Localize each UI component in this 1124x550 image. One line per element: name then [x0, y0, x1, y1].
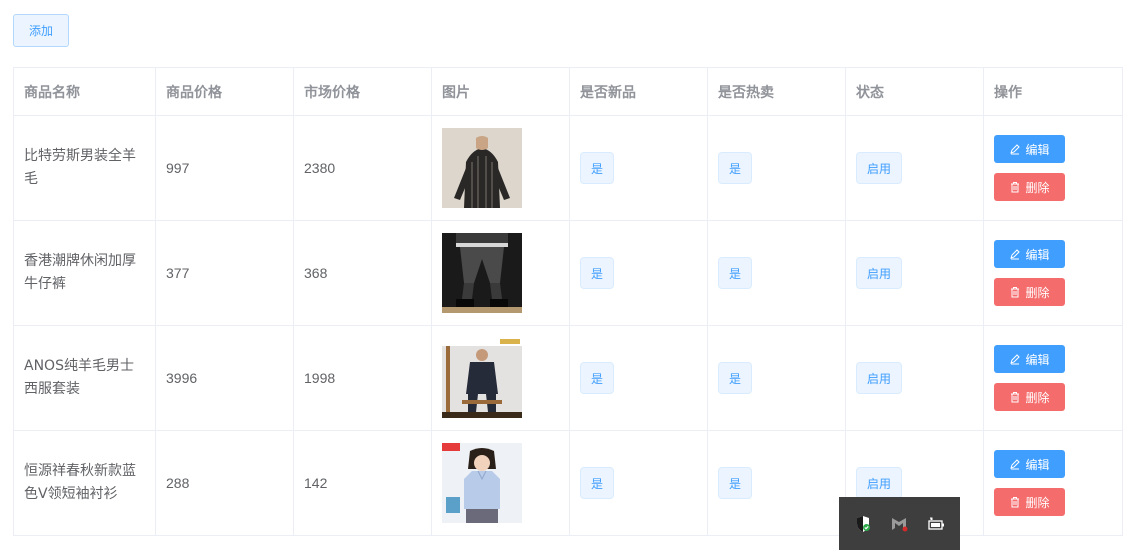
- market-price: 142: [293, 430, 432, 536]
- battery-icon[interactable]: [926, 514, 946, 534]
- header-market-price: 市场价格: [293, 67, 432, 116]
- delete-button[interactable]: 删除: [994, 173, 1065, 201]
- edit-label: 编辑: [1025, 352, 1050, 367]
- status-tag: 启用: [856, 257, 902, 289]
- trash-icon: [1011, 497, 1020, 508]
- product-image: [442, 128, 522, 208]
- edit-icon: [1010, 354, 1021, 365]
- shield-check-icon[interactable]: [853, 514, 873, 534]
- is-hot-tag: 是: [718, 152, 752, 184]
- header-status: 状态: [845, 67, 984, 116]
- product-price: 997: [155, 115, 294, 221]
- edit-button[interactable]: 编辑: [994, 345, 1065, 373]
- product-name: 香港潮牌休闲加厚牛仔裤: [13, 220, 156, 326]
- delete-button[interactable]: 删除: [994, 488, 1065, 516]
- table-row: 比特劳斯男装全羊毛 997 2380 是 是 启用 编辑 删除: [13, 115, 1123, 221]
- product-table: 商品名称 商品价格 市场价格 图片 是否新品 是否热卖 状态 操作 比特劳斯男装…: [13, 67, 1123, 536]
- market-price: 1998: [293, 325, 432, 431]
- delete-label: 删除: [1025, 390, 1050, 405]
- header-price: 商品价格: [155, 67, 294, 116]
- header-is-hot: 是否热卖: [707, 67, 846, 116]
- product-price: 3996: [155, 325, 294, 431]
- product-name: ANOS纯羊毛男士西服套装: [13, 325, 156, 431]
- edit-icon: [1010, 459, 1021, 470]
- edit-button[interactable]: 编辑: [994, 240, 1065, 268]
- is-hot-tag: 是: [718, 467, 752, 499]
- product-image: [442, 233, 522, 313]
- edit-label: 编辑: [1025, 247, 1050, 262]
- delete-button[interactable]: 删除: [994, 383, 1065, 411]
- edit-label: 编辑: [1025, 142, 1050, 157]
- add-button[interactable]: 添加: [13, 14, 69, 47]
- edit-button[interactable]: 编辑: [994, 450, 1065, 478]
- table-row: 香港潮牌休闲加厚牛仔裤 377 368 是 是 启用 编辑 删除: [13, 220, 1123, 326]
- status-tag: 启用: [856, 467, 902, 499]
- header-actions: 操作: [983, 67, 1123, 116]
- is-new-tag: 是: [580, 257, 614, 289]
- edit-icon: [1010, 144, 1021, 155]
- is-new-tag: 是: [580, 152, 614, 184]
- status-tag: 启用: [856, 152, 902, 184]
- delete-label: 删除: [1025, 285, 1050, 300]
- header-is-new: 是否新品: [569, 67, 708, 116]
- product-image: [442, 338, 522, 418]
- mcafee-icon[interactable]: [889, 514, 909, 534]
- market-price: 368: [293, 220, 432, 326]
- market-price: 2380: [293, 115, 432, 221]
- trash-icon: [1011, 182, 1020, 193]
- status-tag: 启用: [856, 362, 902, 394]
- table-header-row: 商品名称 商品价格 市场价格 图片 是否新品 是否热卖 状态 操作: [13, 67, 1123, 116]
- is-new-tag: 是: [580, 467, 614, 499]
- edit-label: 编辑: [1025, 457, 1050, 472]
- system-tray-popup: [839, 497, 960, 550]
- is-new-tag: 是: [580, 362, 614, 394]
- is-hot-tag: 是: [718, 257, 752, 289]
- header-product-name: 商品名称: [13, 67, 156, 116]
- header-image: 图片: [431, 67, 570, 116]
- trash-icon: [1011, 392, 1020, 403]
- table-row: ANOS纯羊毛男士西服套装 3996 1998 是 是 启用 编辑 删除: [13, 325, 1123, 431]
- edit-button[interactable]: 编辑: [994, 135, 1065, 163]
- product-price: 377: [155, 220, 294, 326]
- delete-label: 删除: [1025, 180, 1050, 195]
- delete-label: 删除: [1025, 495, 1050, 510]
- product-name: 恒源祥春秋新款蓝色V领短袖衬衫: [13, 430, 156, 536]
- edit-icon: [1010, 249, 1021, 260]
- is-hot-tag: 是: [718, 362, 752, 394]
- trash-icon: [1011, 287, 1020, 298]
- product-image: [442, 443, 522, 523]
- product-price: 288: [155, 430, 294, 536]
- product-name: 比特劳斯男装全羊毛: [13, 115, 156, 221]
- delete-button[interactable]: 删除: [994, 278, 1065, 306]
